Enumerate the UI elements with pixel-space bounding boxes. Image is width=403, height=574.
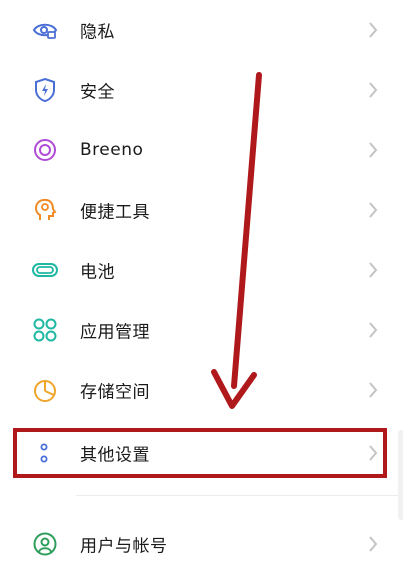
pie-chart-icon (31, 376, 59, 404)
chevron-right-icon (366, 140, 380, 160)
settings-item-privacy[interactable]: 隐私 (0, 0, 403, 60)
chevron-right-icon (366, 260, 380, 280)
settings-item-label: 应用管理 (80, 322, 150, 343)
chevron-right-icon (366, 80, 380, 100)
chevron-right-icon (366, 320, 380, 340)
app-grid-icon (31, 316, 59, 344)
head-gear-icon (31, 196, 59, 224)
settings-item-shortcuts[interactable]: 便捷工具 (0, 180, 403, 240)
settings-item-apps[interactable]: 应用管理 (0, 300, 403, 360)
settings-item-battery[interactable]: 电池 (0, 240, 403, 300)
highlight-box (13, 428, 387, 478)
shield-bolt-icon (31, 76, 59, 104)
breeno-ring-icon (31, 136, 59, 164)
settings-item-label: Breeno (80, 140, 144, 160)
chevron-right-icon (366, 380, 380, 400)
chevron-right-icon (366, 200, 380, 220)
settings-item-account[interactable]: 用户与帐号 (0, 514, 403, 574)
chevron-right-icon (366, 534, 380, 554)
battery-icon (31, 256, 59, 284)
section-divider (76, 495, 403, 496)
settings-item-label: 用户与帐号 (80, 536, 168, 557)
settings-item-label: 电池 (80, 262, 115, 283)
settings-item-label: 安全 (80, 82, 115, 103)
user-circle-icon (31, 530, 59, 558)
settings-item-label: 隐私 (80, 22, 115, 43)
privacy-eye-icon (31, 16, 59, 44)
settings-item-breeno[interactable]: Breeno (0, 120, 403, 180)
settings-item-label: 存储空间 (80, 382, 150, 403)
chevron-right-icon (366, 20, 380, 40)
settings-item-label: 便捷工具 (80, 202, 150, 223)
scrollbar[interactable] (398, 430, 403, 520)
settings-item-storage[interactable]: 存储空间 (0, 360, 403, 420)
settings-item-security[interactable]: 安全 (0, 60, 403, 120)
